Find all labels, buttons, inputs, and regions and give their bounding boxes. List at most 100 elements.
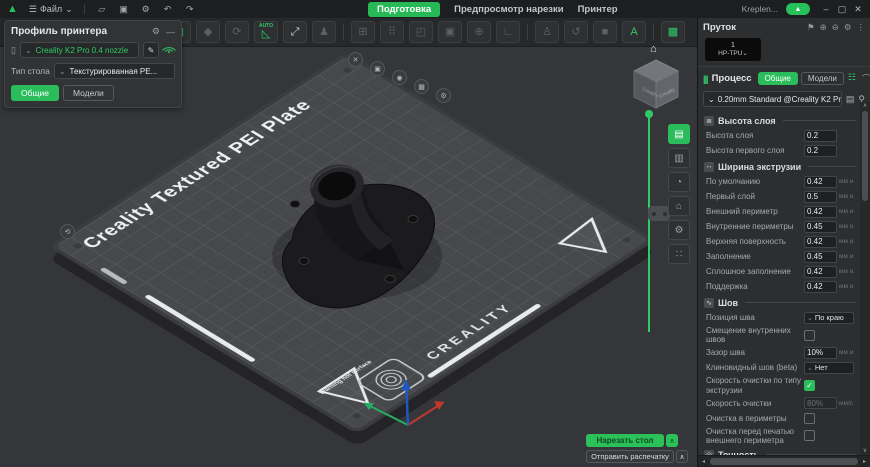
param-walls-button[interactable]: ▥ (668, 148, 690, 168)
setting-input[interactable]: 0.42 (804, 235, 837, 248)
fill-color-button[interactable]: ■ (593, 21, 617, 43)
filament-slot[interactable]: 1 HP-TPU⌄ (705, 38, 761, 61)
param-speed-button[interactable]: ◔ (668, 172, 690, 192)
maximize-button[interactable]: ▢ (834, 4, 850, 15)
settings-row: Сплошное заполнение 0.42мм или % (704, 264, 856, 279)
process-wifi-button[interactable]: ⌒ (862, 72, 870, 85)
scroll-down-icon[interactable]: ∨ (863, 447, 867, 455)
creality-logo-icon: ▲ (7, 3, 18, 15)
plate-lock-button[interactable]: ▣ (370, 61, 385, 76)
setting-input[interactable]: 0.42 (804, 265, 837, 278)
setting-input[interactable]: 0.45 (804, 250, 837, 263)
slice-options-button[interactable]: ∧ (666, 434, 678, 447)
merge-button[interactable]: ⊕ (467, 21, 491, 43)
vertical-scrollbar[interactable]: ∧ ∨ (860, 102, 870, 455)
setting-input[interactable]: 0.42 (804, 205, 837, 218)
filament-settings-button[interactable]: ⚙ (844, 22, 852, 33)
plate-handle-button[interactable]: ⟲ (60, 224, 75, 239)
setting-input[interactable]: 0.2 (804, 144, 837, 157)
filament-add-button[interactable]: ⊕ (820, 22, 827, 33)
seam-painting-button[interactable]: ♙ (535, 21, 559, 43)
scroll-right-icon[interactable]: ▸ (859, 458, 870, 465)
save-profile-icon[interactable]: ▤ (846, 94, 855, 105)
setting-checkbox[interactable] (804, 430, 815, 442)
scrollbar-thumb[interactable] (862, 111, 868, 201)
reset-button[interactable]: ↺ (564, 21, 588, 43)
setting-input[interactable]: 80% (804, 397, 837, 410)
support-button[interactable]: ♟ (312, 21, 336, 43)
minimize-button[interactable]: – (818, 4, 834, 15)
setting-input[interactable]: 0.5 (804, 190, 837, 203)
plate-visibility-button[interactable]: ◉ (392, 70, 407, 85)
tab-prepare[interactable]: Подготовка (368, 1, 441, 17)
setting-control: 0.42мм или % (804, 235, 856, 248)
collapse-panel-button[interactable]: — (166, 27, 175, 37)
param-quality-button[interactable]: ▤ (668, 124, 690, 144)
send-print-button[interactable]: Отправить распечатку (586, 450, 674, 463)
param-cooling-button[interactable]: ⚙ (668, 220, 690, 240)
file-menu[interactable]: ☰ Файл ⌄ (24, 3, 78, 16)
printer-select[interactable]: ⌄ Creality K2 Pro 0.4 nozzle (19, 42, 139, 58)
process-icon: ||| (703, 73, 708, 84)
setting-input[interactable]: 0.42 (804, 280, 837, 293)
process-tab-general[interactable]: Общие (757, 72, 798, 85)
process-profile-select[interactable]: ⌄ 0.20mm Standard @Creality K2 Pr... (703, 91, 842, 107)
open-file-button[interactable]: ▱ (94, 4, 110, 15)
filament-remove-button[interactable]: ⊖ (832, 22, 839, 33)
slice-plate-button[interactable]: Нарезать стол (586, 434, 664, 447)
setting-control: 0.45мм или % (804, 220, 856, 233)
process-tab-models[interactable]: Модели (800, 72, 844, 85)
setting-select[interactable]: ⌄ Нет (804, 361, 854, 374)
scroll-up-icon[interactable]: ∧ (863, 102, 867, 110)
setting-checkbox[interactable] (804, 412, 815, 424)
plate-close-button[interactable]: ✕ (348, 52, 363, 67)
setting-checkbox[interactable] (804, 329, 815, 341)
printer-settings-icon[interactable]: ⚙ (152, 26, 160, 37)
setting-input[interactable]: 10% (804, 346, 837, 359)
cloud-account-button[interactable]: ▲ (786, 3, 810, 15)
process-panel-title: Процесс (711, 73, 752, 84)
setting-checkbox[interactable]: ✓ (804, 380, 815, 392)
setting-input[interactable]: 0.2 (804, 129, 837, 142)
settings-row: Позиция шва ⌄ По краю (704, 310, 856, 325)
filament-more-button[interactable]: ⋮ (857, 22, 866, 33)
settings-button[interactable]: ⚙ (138, 4, 154, 15)
lay-flat-button[interactable]: ∟ (496, 21, 520, 43)
setting-input[interactable]: 0.45 (804, 220, 837, 233)
process-list-button[interactable]: ☷ (848, 72, 856, 85)
undo-button[interactable]: ↶ (160, 4, 176, 15)
clone-button[interactable]: ▣ (438, 21, 462, 43)
fill-plate-button[interactable]: ◰ (409, 21, 433, 43)
edit-printer-button[interactable]: ✎ (143, 42, 159, 58)
tab-printer[interactable]: Принтер (578, 4, 618, 15)
scroll-left-icon[interactable]: ◂ (698, 458, 709, 465)
auto-orient-button[interactable]: AUTO ◺ (254, 21, 278, 43)
horizontal-scrollbar[interactable]: ◂ ▸ (698, 455, 870, 467)
param-support-button[interactable]: ⌂ (668, 196, 690, 216)
viewport-3d[interactable]: ❖▦◆⟳AUTO◺⤢♟⊞⠿◰▣⊕∟♙↺■A▩ Creality Textured… (0, 18, 697, 467)
arrange-button[interactable]: ⊞ (351, 21, 375, 43)
redo-button[interactable]: ↷ (182, 4, 198, 15)
setting-input[interactable]: 0.42 (804, 175, 837, 188)
filament-pin-button[interactable]: ⚑ (807, 22, 815, 33)
plate-gear-button[interactable]: ⚙ (436, 88, 451, 103)
move-button[interactable]: ◆ (196, 21, 220, 43)
view-cube[interactable]: ⌂ Creality Creality (628, 40, 684, 112)
setting-label: Верхняя поверхность (706, 236, 786, 246)
setting-control: 0.45мм или % (804, 250, 856, 263)
rotate-button[interactable]: ⟳ (225, 21, 249, 43)
scale-button[interactable]: ⤢ (283, 21, 307, 43)
close-button[interactable]: ✕ (850, 4, 866, 15)
bed-type-select[interactable]: ⌄ Текстурированная PE... (53, 63, 175, 79)
save-button[interactable]: ▣ (116, 4, 132, 15)
param-others-button[interactable]: ∷ (668, 244, 690, 264)
arrange-seq-button[interactable]: ⠿ (380, 21, 404, 43)
scrollbar-thumb-h[interactable] (710, 458, 858, 465)
printer-tab-general[interactable]: Общие (11, 85, 59, 101)
plate-arrange-button[interactable]: ▦ (414, 79, 429, 94)
model-3d[interactable] (262, 148, 472, 323)
setting-select[interactable]: ⌄ По краю (804, 311, 854, 324)
printer-tab-models[interactable]: Модели (62, 85, 114, 101)
send-options-button[interactable]: ∧ (676, 450, 688, 463)
tab-preview[interactable]: Предпросмотр нарезки (454, 4, 563, 15)
